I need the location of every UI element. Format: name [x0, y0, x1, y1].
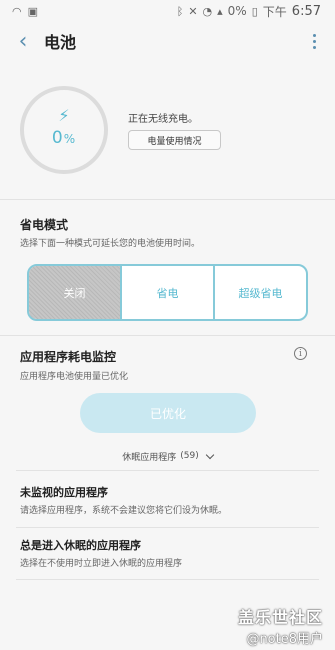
app-monitor-subtitle: 应用程序电池使用量已优化 [20, 372, 129, 382]
app-bar: ‹ 电池 [0, 22, 335, 60]
wifi-icon: ◔ [202, 4, 213, 18]
sleeping-apps-count: (59) [180, 451, 199, 461]
divider [16, 527, 319, 528]
status-bar: ◠ ▣ ᛒ ✕ ◔ ▴ 0% ▯ 下午 6:57 [0, 0, 335, 22]
mode-option-ultra-power-saving[interactable]: 超级省电 [215, 266, 306, 319]
watermark-line2: @note8用户 [246, 632, 323, 647]
back-button[interactable]: ‹ [4, 22, 42, 60]
clock: 6:57 [291, 3, 321, 19]
power-mode-selector: 关闭 省电 超级省电 [27, 264, 308, 321]
battery-icon: ▯ [251, 4, 258, 18]
charging-status: 正在无线充电。 [128, 114, 198, 125]
mute-icon: ✕ [188, 4, 198, 18]
power-saving-title: 省电模式 [20, 218, 69, 232]
list-item-title: 总是进入休眠的应用程序 [20, 539, 141, 552]
charging-bolt-icon: ⚡ [58, 106, 70, 125]
battery-percent: 0% [52, 128, 76, 148]
mode-option-off[interactable]: 关闭 [29, 266, 122, 319]
divider [0, 199, 335, 200]
mode-option-power-saving[interactable]: 省电 [122, 266, 215, 319]
battery-percent-sign: % [63, 132, 77, 146]
battery-percent-value: 0 [51, 128, 64, 148]
sleeping-apps-expander[interactable]: 休眠应用程序 (59) [0, 447, 335, 465]
battery-card: ⚡ 0% 正在无线充电。 电量使用情况 [0, 64, 335, 199]
signal-icon: ▴ [217, 4, 223, 18]
image-icon: ▣ [27, 4, 39, 18]
more-options-button[interactable] [303, 30, 325, 52]
more-dot [312, 39, 316, 43]
back-arrow-icon: ‹ [18, 28, 28, 54]
optimized-button[interactable]: 已优化 [80, 393, 256, 433]
status-left: ◠ ▣ [12, 6, 38, 17]
list-item-title: 未监视的应用程序 [20, 486, 108, 499]
list-item-subtitle: 选择在不使用时立即进入休眠的应用程序 [20, 559, 183, 569]
info-icon[interactable]: i [294, 347, 307, 360]
battery-level-ring: ⚡ 0% [20, 86, 108, 174]
app-monitor-title: 应用程序耗电监控 [20, 350, 117, 364]
list-item-always-sleeping-apps[interactable]: 总是进入休眠的应用程序 选择在不使用时立即进入休眠的应用程序 [0, 531, 335, 581]
more-dot [312, 45, 316, 49]
watermark-line1: 盖乐世社区 [237, 608, 323, 627]
divider [16, 579, 319, 580]
time-prefix: 下午 [262, 4, 287, 19]
divider [0, 335, 335, 336]
battery-usage-button[interactable]: 电量使用情况 [128, 130, 221, 150]
power-saving-subtitle: 选择下面一种模式可延长您的电池使用时间。 [20, 239, 201, 249]
battery-percent-text: 0% [227, 4, 247, 18]
divider [16, 470, 319, 471]
list-item-subtitle: 请选择应用程序，系统不会建议您将它们设为休眠。 [20, 506, 228, 516]
sleeping-apps-label: 休眠应用程序 [122, 452, 177, 463]
sync-icon: ◠ [12, 4, 22, 18]
list-item-unmonitored-apps[interactable]: 未监视的应用程序 请选择应用程序，系统不会建议您将它们设为休眠。 [0, 478, 335, 528]
community-watermark: 盖乐世社区 @note8用户 [238, 604, 323, 647]
more-vertical-icon [312, 33, 316, 37]
chevron-down-icon [205, 450, 214, 459]
bluetooth-icon: ᛒ [176, 4, 184, 18]
status-right: ᛒ ✕ ◔ ▴ 0% ▯ 下午 6:57 [177, 3, 321, 20]
page-title: 电池 [44, 33, 77, 52]
